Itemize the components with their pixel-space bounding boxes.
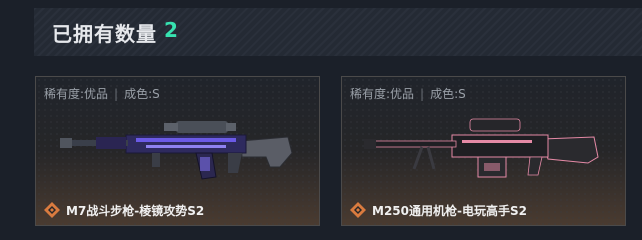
owned-count-title: 已拥有数量 [52,22,157,46]
condition-label: 成色:S [430,87,466,101]
weapon-rifle-icon [60,121,293,180]
item-name: M7战斗步枪-棱镜攻势S2 [66,203,205,218]
item-meta: 稀有度:优品 | 成色:S [44,87,160,101]
owned-header: 已拥有数量 2 [34,8,642,56]
item-name-row: M250通用机枪-电玩高手S2 [350,201,527,219]
item-card-m7[interactable]: 稀有度:优品 | 成色:S M7战斗步枪-棱镜攻势S2 [35,76,320,226]
condition-label: 成色:S [124,87,160,101]
rarity-label: 稀有度:优品 [350,87,415,101]
item-name: M250通用机枪-电玩高手S2 [372,203,527,218]
item-name-row: M7战斗步枪-棱镜攻势S2 [44,201,204,219]
owned-count-value: 2 [164,18,178,42]
diamond-icon [44,202,60,218]
rarity-label: 稀有度:优品 [44,87,109,101]
item-meta: 稀有度:优品 | 成色:S [350,87,466,101]
weapon-machinegun-icon [364,118,599,178]
item-card-m250[interactable]: 稀有度:优品 | 成色:S M250通用机枪-电玩高手S2 [341,76,626,226]
diamond-icon [350,202,366,218]
